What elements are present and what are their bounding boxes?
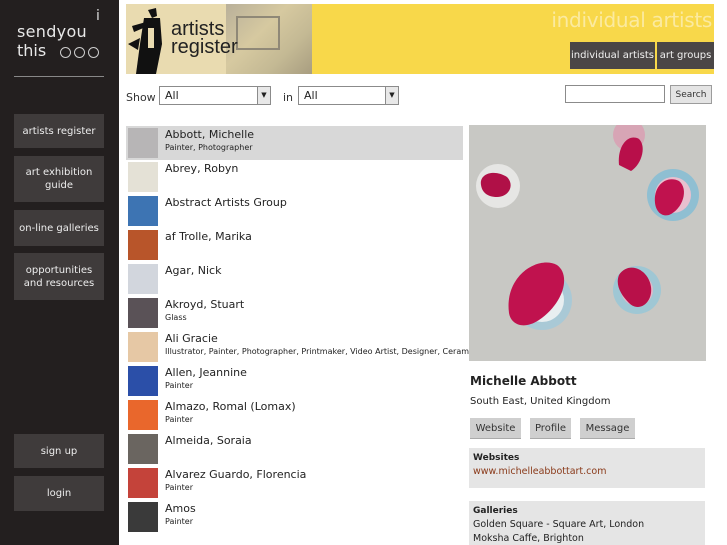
artist-disciplines: Painter, Photographer xyxy=(165,143,253,152)
artist-name-link[interactable]: Almazo, Romal (Lomax) xyxy=(165,400,296,413)
artist-name-link[interactable]: Allen, Jeannine xyxy=(165,366,247,379)
message-button[interactable]: Message xyxy=(580,418,635,439)
artists-register-logo[interactable]: artists register xyxy=(126,4,312,74)
artist-list-item[interactable]: Agar, Nick xyxy=(126,262,463,296)
brand-line-2: register xyxy=(171,36,238,58)
artist-name-link[interactable]: af Trolle, Marika xyxy=(165,230,252,243)
artist-thumbnail[interactable] xyxy=(128,366,158,396)
artist-thumbnail[interactable] xyxy=(128,468,158,498)
artist-thumbnail[interactable] xyxy=(128,332,158,362)
artist-name-link[interactable]: Agar, Nick xyxy=(165,264,221,277)
artist-list-item[interactable]: Akroyd, Stuart Glass xyxy=(126,296,463,330)
website-button[interactable]: Website xyxy=(470,418,521,439)
websites-box: Websites www.michelleabbottart.com xyxy=(469,448,705,488)
logo-i: i xyxy=(96,8,100,24)
sidebar-item-opportunities[interactable]: opportunities and resources xyxy=(14,253,104,300)
artist-list-item[interactable]: Almazo, Romal (Lomax) Painter xyxy=(126,398,463,432)
tab-individual-artists[interactable]: individual artists xyxy=(570,42,655,69)
artist-thumbnail[interactable] xyxy=(128,400,158,430)
artwork-image[interactable] xyxy=(469,125,706,361)
artist-name-link[interactable]: Ali Gracie xyxy=(165,332,218,345)
artist-name-link[interactable]: Abrey, Robyn xyxy=(165,162,238,175)
artist-location: South East, United Kingdom xyxy=(470,396,611,407)
artist-list-item[interactable]: Ali Gracie Illustrator, Painter, Photogra… xyxy=(126,330,485,364)
artist-name: Michelle Abbott xyxy=(470,374,577,388)
site-logo[interactable]: i sendyou this xyxy=(0,0,119,80)
artist-list-item[interactable]: Amos Painter xyxy=(126,500,463,534)
show-select[interactable]: All ▼ xyxy=(159,86,271,105)
artist-thumbnail[interactable] xyxy=(128,128,158,158)
show-select-value: All xyxy=(165,89,179,102)
banner-artwork xyxy=(226,4,312,74)
artist-thumbnail[interactable] xyxy=(128,162,158,192)
artist-list: Abbott, Michelle Painter, Photographer Abr… xyxy=(126,126,485,534)
artist-disciplines: Painter xyxy=(165,381,194,390)
artist-thumbnail[interactable] xyxy=(128,298,158,328)
artist-list-item[interactable]: Abstract Artists Group xyxy=(126,194,463,228)
artist-thumbnail[interactable] xyxy=(128,230,158,260)
artist-thumbnail[interactable] xyxy=(128,264,158,294)
artist-name-link[interactable]: Abstract Artists Group xyxy=(165,196,287,209)
in-select-value: All xyxy=(304,89,318,102)
section-title: individual artists xyxy=(551,8,712,32)
show-label: Show xyxy=(126,91,156,104)
gallery-item: Golden Square - Square Art, London xyxy=(473,519,645,530)
sidebar-item-art-exhibition-guide[interactable]: art exhibition guide xyxy=(14,156,104,202)
artist-disciplines: Illustrator, Painter, Photographer, Prin… xyxy=(165,347,486,356)
filter-bar: Show All ▼ in All ▼ xyxy=(126,84,714,108)
gallery-item: Moksha Caffe, Brighton xyxy=(473,533,584,544)
signup-button[interactable]: sign up xyxy=(14,434,104,468)
tab-art-groups[interactable]: art groups xyxy=(657,42,714,69)
artist-thumbnail[interactable] xyxy=(128,434,158,464)
sidebar-item-online-galleries[interactable]: on-line galleries xyxy=(14,210,104,246)
in-label: in xyxy=(283,91,294,104)
galleries-box: Galleries Golden Square - Square Art, Lo… xyxy=(469,501,705,545)
artist-disciplines: Painter xyxy=(165,483,194,492)
artwork-painting xyxy=(469,125,706,361)
login-button[interactable]: login xyxy=(14,476,104,511)
logo-line-2: this xyxy=(17,41,47,60)
logo-divider xyxy=(14,76,104,77)
artist-disciplines: Painter xyxy=(165,415,194,424)
artist-thumbnail[interactable] xyxy=(128,502,158,532)
sidebar: i sendyou this artists register art exhi… xyxy=(0,0,119,545)
artist-list-item[interactable]: Abbott, Michelle Painter, Photographer xyxy=(126,126,463,160)
artist-name-link[interactable]: Akroyd, Stuart xyxy=(165,298,244,311)
artist-list-item[interactable]: Alvarez Guardo, Florencia Painter xyxy=(126,466,463,500)
artist-thumbnail[interactable] xyxy=(128,196,158,226)
artist-name-link[interactable]: Almeida, Soraia xyxy=(165,434,252,447)
artist-list-item[interactable]: af Trolle, Marika xyxy=(126,228,463,262)
sidebar-item-artists-register[interactable]: artists register xyxy=(14,114,104,148)
artist-name-link[interactable]: Abbott, Michelle xyxy=(165,128,254,141)
artist-list-item[interactable]: Almeida, Soraia xyxy=(126,432,463,466)
website-link[interactable]: www.michelleabbottart.com xyxy=(473,466,606,477)
artist-name-link[interactable]: Amos xyxy=(165,502,196,515)
artist-list-item[interactable]: Abrey, Robyn xyxy=(126,160,463,194)
artist-name-link[interactable]: Alvarez Guardo, Florencia xyxy=(165,468,306,481)
galleries-heading: Galleries xyxy=(473,506,518,516)
chevron-down-icon: ▼ xyxy=(257,87,270,104)
artist-figure-icon xyxy=(128,8,162,74)
artist-list-item[interactable]: Allen, Jeannine Painter xyxy=(126,364,463,398)
search-button[interactable]: Search xyxy=(670,85,712,104)
logo-circles-icon xyxy=(60,47,99,58)
in-select[interactable]: All ▼ xyxy=(298,86,399,105)
profile-button[interactable]: Profile xyxy=(530,418,571,439)
header-banner: artists register individual artists indi… xyxy=(126,4,714,74)
chevron-down-icon: ▼ xyxy=(385,87,398,104)
search-input[interactable] xyxy=(565,85,665,103)
artist-disciplines: Painter xyxy=(165,517,194,526)
websites-heading: Websites xyxy=(473,453,520,463)
logo-line-1: sendyou xyxy=(17,22,87,41)
artist-disciplines: Glass xyxy=(165,313,187,322)
